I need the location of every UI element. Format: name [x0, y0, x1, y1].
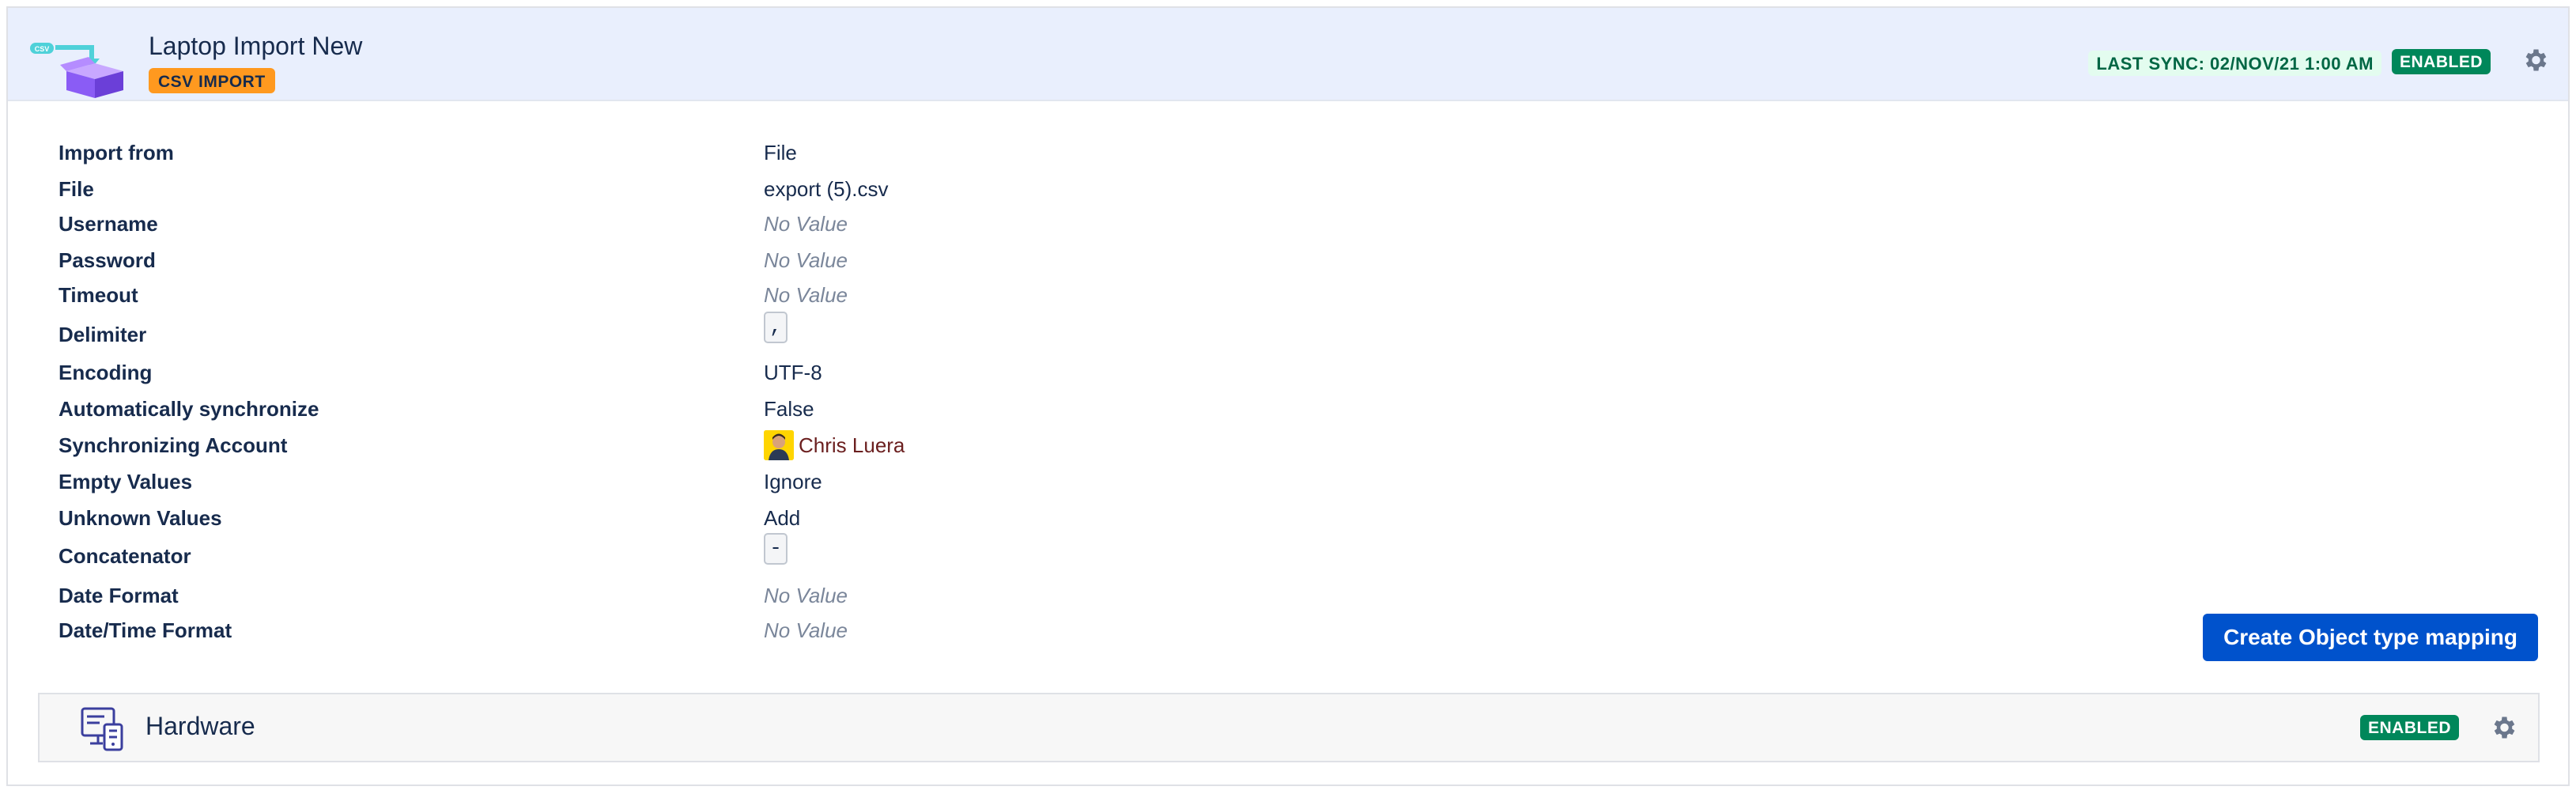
field-value: No Value [764, 283, 848, 307]
object-type-name[interactable]: Hardware [145, 712, 255, 741]
field-value: No Value [764, 584, 848, 607]
field-value: No Value [764, 212, 848, 236]
svg-text:CSV: CSV [35, 45, 50, 53]
field-value: No Value [764, 248, 848, 272]
field-row-sync-account: Synchronizing Account Chris Luera [8, 427, 2568, 462]
field-value: File [764, 141, 797, 164]
field-row-delimiter: Delimiter , [8, 312, 2568, 351]
field-label: Username [59, 212, 158, 236]
field-label: Timeout [59, 283, 138, 307]
last-sync-badge: LAST SYNC: 02/NOV/21 1:00 AM [2088, 51, 2381, 76]
field-row-password: Password No Value [8, 242, 2568, 277]
field-row-date-format: Date Format No Value [8, 577, 2568, 612]
import-title: Laptop Import New [149, 32, 363, 60]
field-row-file: File export (5).csv [8, 171, 2568, 206]
object-type-row-hardware[interactable]: Hardware ENABLED [38, 693, 2540, 762]
field-row-import-from: Import from File [8, 134, 2568, 169]
field-row-timeout: Timeout No Value [8, 277, 2568, 312]
field-value: No Value [764, 618, 848, 642]
concatenator-code: - [764, 533, 788, 565]
import-type-badge: CSV IMPORT [149, 68, 275, 93]
field-label: Synchronizing Account [59, 433, 288, 457]
field-row-username: Username No Value [8, 206, 2568, 240]
field-label: Delimiter [59, 323, 147, 346]
field-label: Password [59, 248, 156, 272]
hardware-icon [81, 707, 123, 751]
field-value: False [764, 397, 814, 421]
object-type-status-badge: ENABLED [2359, 715, 2459, 740]
avatar [764, 430, 794, 460]
field-label: File [59, 177, 94, 201]
field-row-unknown-values: Unknown Values Add [8, 500, 2568, 535]
create-object-type-mapping-button[interactable]: Create Object type mapping [2203, 614, 2538, 661]
sync-account-link[interactable]: Chris Luera [799, 433, 905, 458]
import-config-panel: CSV Laptop Import New CSV IMPORT LAST SY… [6, 6, 2570, 786]
field-value: Ignore [764, 470, 822, 493]
csv-box-icon: CSV [30, 43, 123, 98]
field-value: export (5).csv [764, 177, 889, 201]
field-label: Automatically synchronize [59, 397, 319, 421]
field-row-concatenator: Concatenator - [8, 533, 2568, 573]
field-label: Date/Time Format [59, 618, 232, 642]
import-header: CSV Laptop Import New CSV IMPORT LAST SY… [8, 8, 2568, 101]
field-label: Empty Values [59, 470, 193, 493]
field-value: UTF-8 [764, 361, 822, 384]
field-row-datetime-format: Date/Time Format No Value [8, 612, 2568, 647]
field-label: Import from [59, 141, 174, 164]
field-label: Concatenator [59, 544, 191, 568]
gear-icon[interactable] [2489, 713, 2517, 742]
field-row-empty-values: Empty Values Ignore [8, 463, 2568, 498]
field-row-encoding: Encoding UTF-8 [8, 354, 2568, 389]
delimiter-code: , [764, 312, 788, 343]
user-avatar-icon [764, 430, 794, 460]
field-label: Encoding [59, 361, 153, 384]
gear-icon[interactable] [2521, 46, 2549, 74]
field-row-auto-sync: Automatically synchronize False [8, 391, 2568, 425]
field-label: Unknown Values [59, 506, 222, 530]
status-badge: ENABLED [2391, 49, 2491, 74]
field-value: Add [764, 506, 801, 530]
field-label: Date Format [59, 584, 179, 607]
